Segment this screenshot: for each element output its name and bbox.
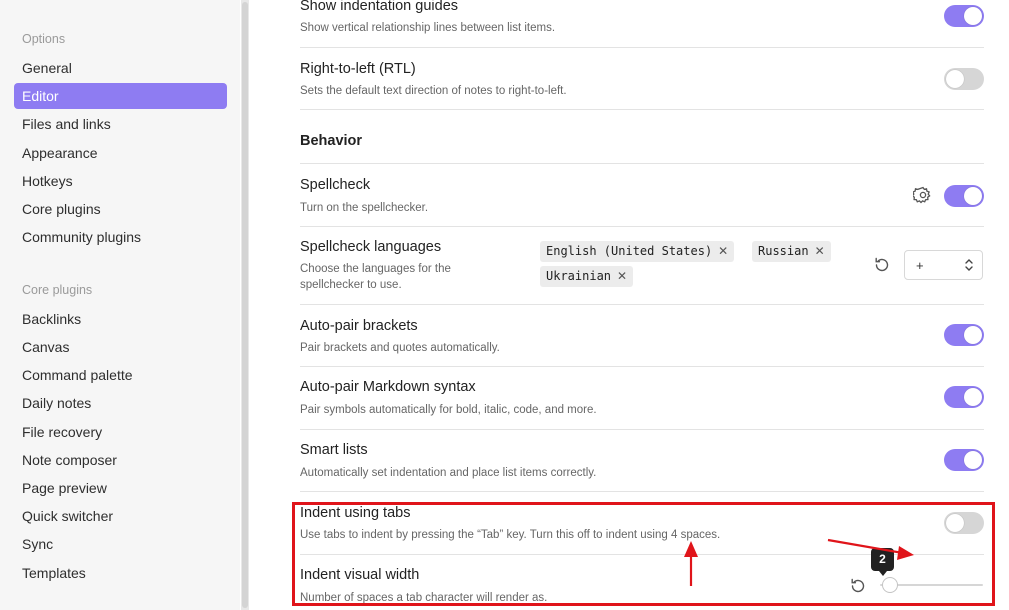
language-label: English (United States) xyxy=(546,244,713,258)
remove-icon[interactable]: ✕ xyxy=(718,241,728,262)
setting-title: Indent visual width xyxy=(300,567,420,583)
setting-indent-visual-width: Indent visual width Number of spaces a t… xyxy=(300,548,984,610)
setting-description: Show vertical relationship lines between… xyxy=(300,22,556,34)
spellcheck-toggle[interactable] xyxy=(944,185,984,207)
setting-description: Sets the default text direction of notes… xyxy=(300,85,567,97)
setting-description: Choose the languages for the spellchecke… xyxy=(300,263,451,291)
sidebar-item-appearance[interactable]: Appearance xyxy=(14,140,227,166)
language-pill: Russian ✕ xyxy=(752,241,831,262)
sidebar-item-command-palette[interactable]: Command palette xyxy=(14,362,227,388)
sidebar-item-files-and-links[interactable]: Files and links xyxy=(14,111,227,137)
setting-title: Spellcheck xyxy=(300,177,371,193)
smart-lists-toggle[interactable] xyxy=(944,449,984,471)
setting-title: Indent using tabs xyxy=(300,505,411,521)
dropdown-value: + xyxy=(916,258,924,273)
language-dropdown[interactable]: + xyxy=(904,250,983,280)
setting-description: Pair symbols automatically for bold, ita… xyxy=(300,404,597,416)
sidebar-item-hotkeys[interactable]: Hotkeys xyxy=(14,168,227,194)
sidebar-item-editor[interactable]: Editor xyxy=(14,83,227,109)
setting-description: Use tabs to indent by pressing the “Tab”… xyxy=(300,529,721,541)
settings-content: Show indentation guides Show vertical re… xyxy=(250,0,1009,610)
sidebar-item-backlinks[interactable]: Backlinks xyxy=(14,306,227,332)
sidebar-item-daily-notes[interactable]: Daily notes xyxy=(14,390,227,416)
chevron-updown-icon xyxy=(965,259,973,271)
behavior-section-title: Behavior xyxy=(300,133,363,149)
language-label: Russian xyxy=(758,244,809,258)
sidebar-item-sync[interactable]: Sync xyxy=(14,531,227,557)
indentation-guides-toggle[interactable] xyxy=(944,5,984,27)
slider-thumb[interactable] xyxy=(882,577,898,593)
sidebar-item-general[interactable]: General xyxy=(14,55,227,81)
options-header: Options xyxy=(22,32,66,46)
setting-indent-using-tabs: Indent using tabs Use tabs to indent by … xyxy=(300,491,984,555)
setting-description: Number of spaces a tab character will re… xyxy=(300,592,548,604)
scrollbar-thumb[interactable] xyxy=(242,2,248,608)
core-plugins-header: Core plugins xyxy=(22,283,93,297)
settings-sidebar: Options General Editor Files and links A… xyxy=(0,0,240,610)
setting-spellcheck-languages: Spellcheck languages Choose the language… xyxy=(300,226,984,305)
setting-spellcheck: Spellcheck Turn on the spellchecker. xyxy=(300,163,984,227)
setting-title: Smart lists xyxy=(300,442,368,458)
language-pill: English (United States) ✕ xyxy=(540,241,735,262)
setting-title: Spellcheck languages xyxy=(300,239,442,255)
setting-rtl: Right-to-left (RTL) Sets the default tex… xyxy=(300,47,984,110)
sidebar-item-page-preview[interactable]: Page preview xyxy=(14,475,227,501)
language-pill: Ukrainian ✕ xyxy=(540,266,634,287)
setting-auto-pair-markdown: Auto-pair Markdown syntax Pair symbols a… xyxy=(300,366,984,430)
sidebar-item-templates[interactable]: Templates xyxy=(14,560,227,586)
reset-icon[interactable] xyxy=(872,255,892,275)
remove-icon[interactable]: ✕ xyxy=(815,241,825,262)
reset-icon[interactable] xyxy=(848,576,868,596)
setting-description: Turn on the spellchecker. xyxy=(300,202,429,214)
setting-title: Auto-pair brackets xyxy=(300,318,418,334)
setting-title: Show indentation guides xyxy=(300,0,459,14)
auto-pair-markdown-toggle[interactable] xyxy=(944,386,984,408)
rtl-toggle[interactable] xyxy=(944,68,984,90)
setting-title: Right-to-left (RTL) xyxy=(300,61,416,77)
sidebar-item-note-composer[interactable]: Note composer xyxy=(14,447,227,473)
indent-using-tabs-toggle[interactable] xyxy=(944,512,984,534)
gear-icon[interactable] xyxy=(911,185,933,205)
sidebar-item-community-plugins[interactable]: Community plugins xyxy=(14,224,227,250)
sidebar-item-canvas[interactable]: Canvas xyxy=(14,334,227,360)
sidebar-item-core-plugins[interactable]: Core plugins xyxy=(14,196,227,222)
setting-auto-pair-brackets: Auto-pair brackets Pair brackets and quo… xyxy=(300,304,984,367)
sidebar-item-file-recovery[interactable]: File recovery xyxy=(14,419,227,445)
sidebar-scrollbar[interactable] xyxy=(241,0,249,610)
setting-smart-lists: Smart lists Automatically set indentatio… xyxy=(300,429,984,492)
slider-value-tooltip: 2 xyxy=(871,548,894,576)
setting-indentation-guides: Show indentation guides Show vertical re… xyxy=(300,0,984,48)
language-label: Ukrainian xyxy=(546,269,612,283)
remove-icon[interactable]: ✕ xyxy=(617,266,627,287)
auto-pair-brackets-toggle[interactable] xyxy=(944,324,984,346)
setting-description: Automatically set indentation and place … xyxy=(300,467,597,479)
sidebar-item-quick-switcher[interactable]: Quick switcher xyxy=(14,503,227,529)
setting-description: Pair brackets and quotes automatically. xyxy=(300,342,500,354)
setting-title: Auto-pair Markdown syntax xyxy=(300,379,476,395)
